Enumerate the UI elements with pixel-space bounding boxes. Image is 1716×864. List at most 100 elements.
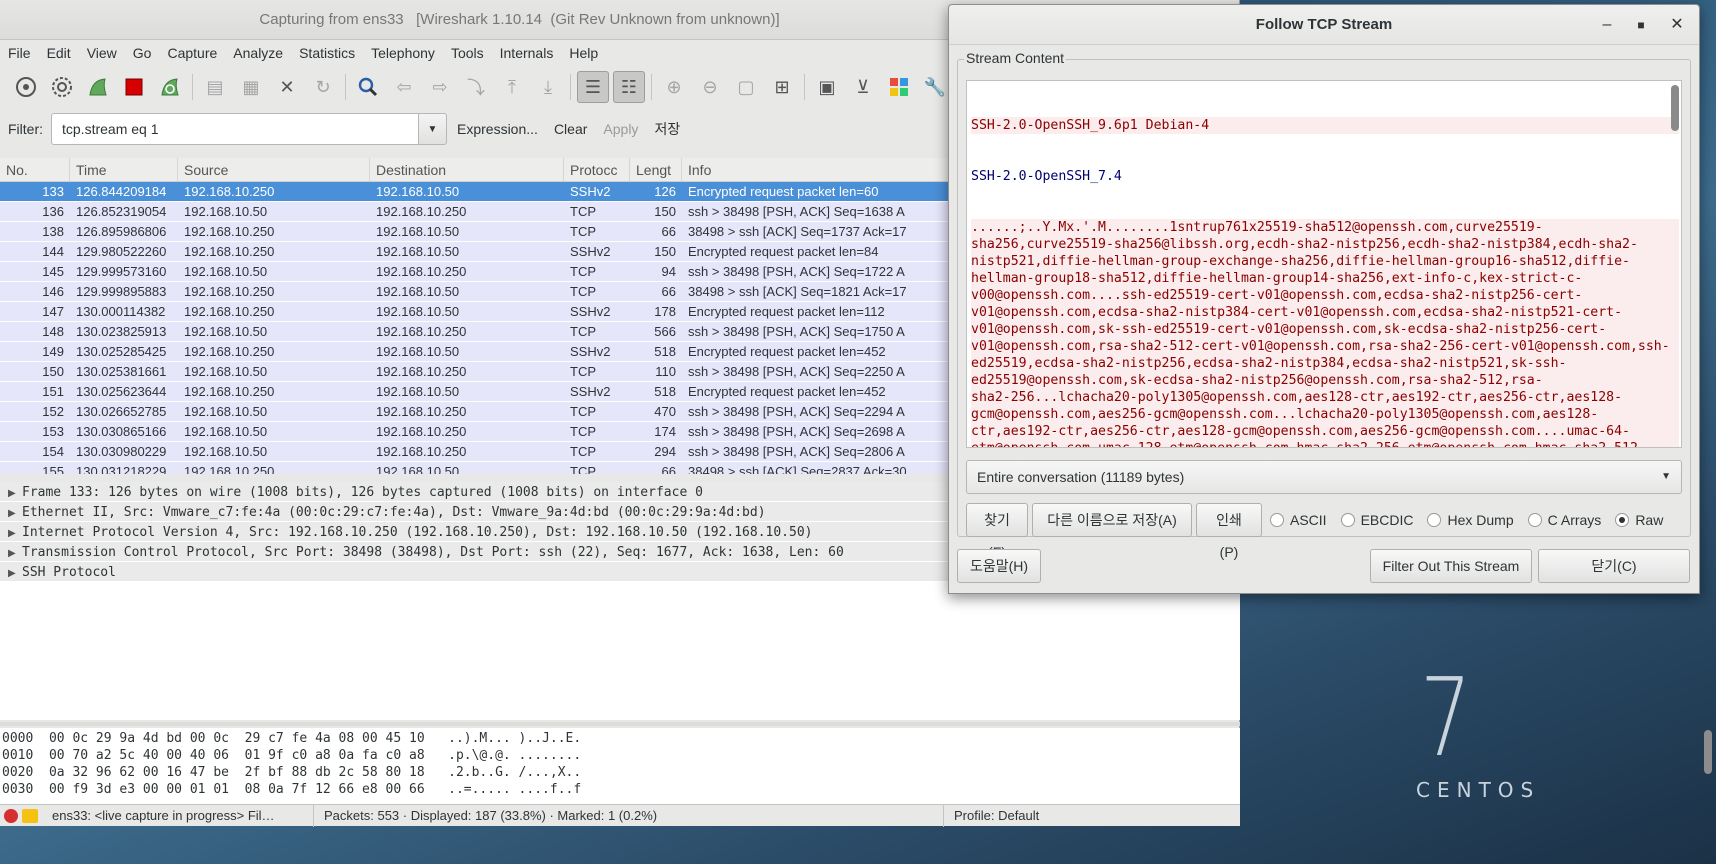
apply-filter-button[interactable]: Apply: [603, 121, 638, 137]
cell-src: 192.168.10.250: [184, 184, 275, 199]
cell-no: 149: [42, 344, 64, 359]
go-to-packet-icon[interactable]: ⤵: [458, 71, 494, 103]
column-header-destination[interactable]: Destination: [370, 158, 564, 181]
cell-no: 144: [42, 244, 64, 259]
stream-content-view[interactable]: SSH-2.0-OpenSSH_9.6p1 Debian-4 SSH-2.0-O…: [966, 80, 1682, 448]
format-radio-ascii[interactable]: ASCII: [1270, 512, 1327, 528]
cell-len: 174: [654, 424, 676, 439]
expander-arrow-icon[interactable]: ▶: [8, 484, 22, 501]
menu-edit[interactable]: Edit: [47, 45, 71, 61]
menu-tools[interactable]: Tools: [451, 45, 484, 61]
status-profile[interactable]: Profile: Default: [944, 805, 1049, 827]
menu-view[interactable]: View: [87, 45, 117, 61]
expander-arrow-icon[interactable]: ▶: [8, 564, 22, 581]
expander-arrow-icon[interactable]: ▶: [8, 524, 22, 541]
cell-proto: SSHv2: [570, 304, 611, 319]
display-filter-input[interactable]: tcp.stream eq 1: [51, 113, 419, 145]
auto-scroll-icon[interactable]: ☷: [613, 71, 645, 103]
format-radio-hexdump[interactable]: Hex Dump: [1427, 512, 1514, 528]
client-text-line: v01@openssh.com,ecdsa-sha2-nistp384-cert…: [971, 304, 1679, 321]
cell-proto: TCP: [570, 404, 596, 419]
cell-no: 155: [42, 464, 64, 474]
bytes-scrollbar[interactable]: [1704, 730, 1712, 774]
coloring-rules-icon[interactable]: [881, 71, 917, 103]
conversation-direction-select[interactable]: Entire conversation (11189 bytes) ▼: [966, 460, 1682, 494]
normal-size-icon[interactable]: ▢: [728, 71, 764, 103]
zoom-out-icon[interactable]: ⊖: [692, 71, 728, 103]
open-file-icon[interactable]: ▤: [197, 71, 233, 103]
cell-time: 129.999573160: [76, 264, 167, 279]
filter-out-stream-button[interactable]: Filter Out This Stream: [1370, 549, 1532, 583]
stream-scrollbar[interactable]: [1671, 85, 1679, 131]
close-icon[interactable]: ✕: [1661, 5, 1693, 45]
expression-button[interactable]: Expression...: [457, 121, 538, 137]
zoom-in-icon[interactable]: ⊕: [656, 71, 692, 103]
capture-filters-icon[interactable]: ▣: [809, 71, 845, 103]
find-button[interactable]: 찾기(F): [966, 503, 1028, 560]
expander-arrow-icon[interactable]: ▶: [8, 504, 22, 521]
cell-src: 192.168.10.50: [184, 264, 268, 279]
client-text-line: ed25519@openssh.com,sk-ecdsa-sha2-nistp2…: [971, 372, 1679, 389]
close-button[interactable]: 닫기(C): [1538, 549, 1690, 583]
colorize-icon[interactable]: ☰: [577, 71, 609, 103]
capture-options-icon[interactable]: [44, 71, 80, 103]
pane-splitter[interactable]: [0, 722, 1240, 726]
client-text-line: v01@openssh.com,sk-ssh-ed25519-cert-v01@…: [971, 321, 1679, 338]
cell-time: 129.980522260: [76, 244, 167, 259]
menu-file[interactable]: File: [8, 45, 31, 61]
minimize-icon[interactable]: –: [1591, 5, 1623, 45]
clear-filter-button[interactable]: Clear: [554, 121, 587, 137]
format-radio-carrays[interactable]: C Arrays: [1527, 512, 1601, 528]
menu-capture[interactable]: Capture: [167, 45, 217, 61]
capture-comment-icon[interactable]: [22, 808, 38, 823]
save-filter-button[interactable]: 저장: [654, 119, 680, 139]
client-text-line: SSH-2.0-OpenSSH_9.6p1 Debian-4: [971, 117, 1679, 134]
client-text-line: sha256,curve25519-sha256@libssh.org,ecdh…: [971, 236, 1679, 253]
first-packet-icon[interactable]: ⤒: [494, 71, 530, 103]
cell-proto: SSHv2: [570, 384, 611, 399]
save-file-icon[interactable]: ▦: [233, 71, 269, 103]
menu-go[interactable]: Go: [133, 45, 152, 61]
menu-telephony[interactable]: Telephony: [371, 45, 435, 61]
display-filters-icon[interactable]: ⊻: [845, 71, 881, 103]
print-button[interactable]: 인쇄(P): [1196, 503, 1262, 560]
menu-statistics[interactable]: Statistics: [299, 45, 355, 61]
cell-time: 126.895986806: [76, 224, 167, 239]
client-text-line: nistp521,diffie-hellman-group-exchange-s…: [971, 253, 1679, 270]
reload-icon[interactable]: ↻: [305, 71, 341, 103]
cell-time: 130.031218229: [76, 464, 167, 474]
cell-no: 148: [42, 324, 64, 339]
help-button[interactable]: 도움말(H): [957, 549, 1041, 583]
save-as-button[interactable]: 다른 이름으로 저장(A): [1032, 503, 1192, 537]
cell-no: 154: [42, 444, 64, 459]
menu-analyze[interactable]: Analyze: [233, 45, 283, 61]
find-packet-icon[interactable]: [350, 71, 386, 103]
column-header-protocol[interactable]: Protocc: [564, 158, 630, 181]
column-header-no[interactable]: No.: [0, 158, 70, 181]
menu-internals[interactable]: Internals: [500, 45, 554, 61]
client-text-line: etm@openssh.com,umac-128-etm@openssh.com…: [971, 440, 1679, 447]
capture-status-icon[interactable]: [4, 808, 18, 823]
column-header-time[interactable]: Time: [70, 158, 178, 181]
stop-capture-icon[interactable]: [116, 71, 152, 103]
go-forward-icon[interactable]: ⇨: [422, 71, 458, 103]
maximize-icon[interactable]: ■: [1625, 5, 1657, 45]
column-header-length[interactable]: Lengt: [630, 158, 682, 181]
column-header-source[interactable]: Source: [178, 158, 370, 181]
menu-help[interactable]: Help: [569, 45, 598, 61]
last-packet-icon[interactable]: ⤓: [530, 71, 566, 103]
format-radio-raw[interactable]: Raw: [1615, 512, 1663, 528]
resize-columns-icon[interactable]: ⊞: [764, 71, 800, 103]
dialog-titlebar: Follow TCP Stream – ■ ✕: [949, 5, 1699, 45]
restart-capture-icon[interactable]: [152, 71, 188, 103]
go-back-icon[interactable]: ⇦: [386, 71, 422, 103]
cell-dst: 192.168.10.50: [376, 464, 460, 474]
close-file-icon[interactable]: ✕: [269, 71, 305, 103]
format-radio-ebcdic[interactable]: EBCDIC: [1340, 512, 1413, 528]
cell-dst: 192.168.10.250: [376, 404, 467, 419]
expander-arrow-icon[interactable]: ▶: [8, 544, 22, 561]
interfaces-icon[interactable]: [8, 71, 44, 103]
start-capture-icon[interactable]: [80, 71, 116, 103]
filter-history-dropdown[interactable]: ▼: [419, 113, 447, 145]
cell-len: 150: [654, 204, 676, 219]
